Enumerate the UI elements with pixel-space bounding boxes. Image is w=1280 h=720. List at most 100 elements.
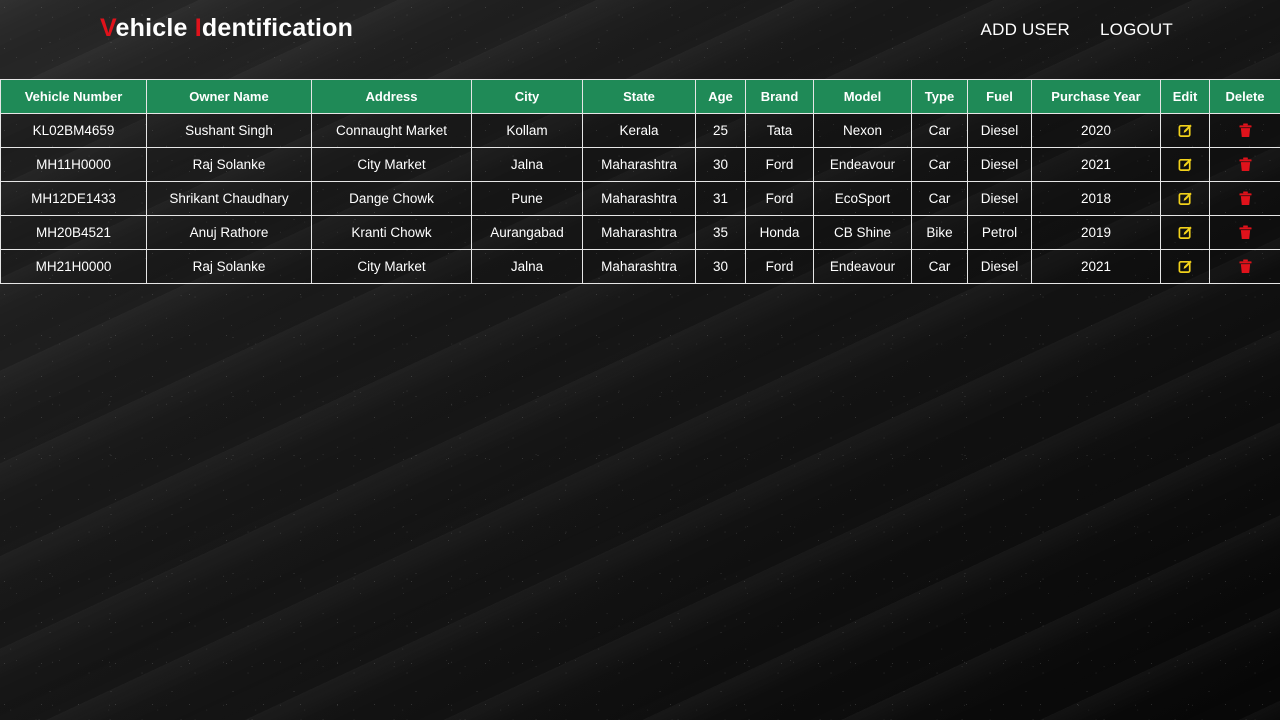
column-header-type: Type xyxy=(911,79,968,114)
cell-address: Connaught Market xyxy=(311,113,472,148)
column-header-brand: Brand xyxy=(745,79,814,114)
cell-city: Jalna xyxy=(471,249,583,284)
trash-icon[interactable] xyxy=(1236,156,1254,174)
column-header-fuel: Fuel xyxy=(967,79,1032,114)
cell-vehicle-number: KL02BM4659 xyxy=(0,113,147,148)
edit-icon[interactable] xyxy=(1176,122,1194,140)
nav-links: ADD USER LOGOUT xyxy=(981,20,1173,40)
column-header-model: Model xyxy=(813,79,912,114)
column-header-purchase-year: Purchase Year xyxy=(1031,79,1161,114)
cell-purchase-year: 2019 xyxy=(1031,215,1161,250)
cell-state: Maharashtra xyxy=(582,181,696,216)
column-header-vehicle-number: Vehicle Number xyxy=(0,79,147,114)
cell-vehicle-number: MH11H0000 xyxy=(0,147,147,182)
cell-model: EcoSport xyxy=(813,181,912,216)
brand-title[interactable]: Vehicle Identification xyxy=(100,14,353,43)
cell-purchase-year: 2021 xyxy=(1031,147,1161,182)
trash-icon[interactable] xyxy=(1236,190,1254,208)
cell-owner-name: Raj Solanke xyxy=(146,249,312,284)
cell-delete xyxy=(1209,113,1280,148)
cell-fuel: Diesel xyxy=(967,147,1032,182)
cell-edit xyxy=(1160,181,1210,216)
edit-icon[interactable] xyxy=(1176,190,1194,208)
cell-fuel: Diesel xyxy=(967,181,1032,216)
cell-delete xyxy=(1209,249,1280,284)
column-header-address: Address xyxy=(311,79,472,114)
table-header-row: Vehicle Number Owner Name Address City State… xyxy=(0,79,1280,114)
cell-city: Jalna xyxy=(471,147,583,182)
column-header-state: State xyxy=(582,79,696,114)
cell-type: Car xyxy=(911,181,968,216)
cell-city: Pune xyxy=(471,181,583,216)
cell-delete xyxy=(1209,147,1280,182)
table-row: MH11H0000 Raj Solanke City Market Jalna Maha… xyxy=(0,147,1280,182)
cell-delete xyxy=(1209,181,1280,216)
cell-purchase-year: 2021 xyxy=(1031,249,1161,284)
cell-state: Maharashtra xyxy=(582,249,696,284)
cell-purchase-year: 2020 xyxy=(1031,113,1161,148)
cell-age: 25 xyxy=(695,113,746,148)
vehicle-table: Vehicle Number Owner Name Address City State… xyxy=(0,79,1280,284)
edit-icon[interactable] xyxy=(1176,224,1194,242)
cell-model: Endeavour xyxy=(813,147,912,182)
navbar: Vehicle Identification ADD USER LOGOUT xyxy=(0,0,1280,62)
cell-type: Car xyxy=(911,113,968,148)
cell-model: Endeavour xyxy=(813,249,912,284)
cell-edit xyxy=(1160,215,1210,250)
cell-vehicle-number: MH20B4521 xyxy=(0,215,147,250)
cell-address: Kranti Chowk xyxy=(311,215,472,250)
column-header-owner-name: Owner Name xyxy=(146,79,312,114)
column-header-age: Age xyxy=(695,79,746,114)
cell-vehicle-number: MH12DE1433 xyxy=(0,181,147,216)
brand-initial-v: V xyxy=(100,14,116,42)
trash-icon[interactable] xyxy=(1236,224,1254,242)
cell-address: City Market xyxy=(311,147,472,182)
edit-icon[interactable] xyxy=(1176,258,1194,276)
trash-icon[interactable] xyxy=(1236,122,1254,140)
cell-age: 30 xyxy=(695,249,746,284)
cell-city: Kollam xyxy=(471,113,583,148)
cell-fuel: Diesel xyxy=(967,113,1032,148)
table-row: KL02BM4659 Sushant Singh Connaught Market K… xyxy=(0,113,1280,148)
cell-age: 31 xyxy=(695,181,746,216)
cell-edit xyxy=(1160,249,1210,284)
cell-fuel: Diesel xyxy=(967,249,1032,284)
brand-word-2: dentification xyxy=(201,14,354,42)
cell-brand: Ford xyxy=(745,147,814,182)
logout-link[interactable]: LOGOUT xyxy=(1100,20,1173,40)
cell-model: Nexon xyxy=(813,113,912,148)
cell-edit xyxy=(1160,147,1210,182)
brand-word-1: ehicle xyxy=(115,14,195,42)
table-row: MH20B4521 Anuj Rathore Kranti Chowk Auranga… xyxy=(0,215,1280,250)
cell-state: Maharashtra xyxy=(582,215,696,250)
brand-initial-i: I xyxy=(194,14,202,42)
table-body: KL02BM4659 Sushant Singh Connaught Market K… xyxy=(0,113,1280,284)
cell-owner-name: Shrikant Chaudhary xyxy=(146,181,312,216)
cell-model: CB Shine xyxy=(813,215,912,250)
cell-state: Kerala xyxy=(582,113,696,148)
cell-state: Maharashtra xyxy=(582,147,696,182)
cell-age: 30 xyxy=(695,147,746,182)
cell-fuel: Petrol xyxy=(967,215,1032,250)
cell-brand: Ford xyxy=(745,249,814,284)
cell-purchase-year: 2018 xyxy=(1031,181,1161,216)
column-header-delete: Delete xyxy=(1209,79,1280,114)
vehicle-table-container: Vehicle Number Owner Name Address City State… xyxy=(0,79,1280,284)
edit-icon[interactable] xyxy=(1176,156,1194,174)
cell-age: 35 xyxy=(695,215,746,250)
cell-type: Car xyxy=(911,147,968,182)
add-user-link[interactable]: ADD USER xyxy=(981,20,1070,40)
cell-type: Bike xyxy=(911,215,968,250)
cell-delete xyxy=(1209,215,1280,250)
table-row: MH12DE1433 Shrikant Chaudhary Dange Chowk P… xyxy=(0,181,1280,216)
cell-brand: Honda xyxy=(745,215,814,250)
column-header-edit: Edit xyxy=(1160,79,1210,114)
column-header-city: City xyxy=(471,79,583,114)
cell-brand: Tata xyxy=(745,113,814,148)
cell-address: Dange Chowk xyxy=(311,181,472,216)
cell-owner-name: Anuj Rathore xyxy=(146,215,312,250)
trash-icon[interactable] xyxy=(1236,258,1254,276)
cell-brand: Ford xyxy=(745,181,814,216)
cell-edit xyxy=(1160,113,1210,148)
cell-owner-name: Raj Solanke xyxy=(146,147,312,182)
